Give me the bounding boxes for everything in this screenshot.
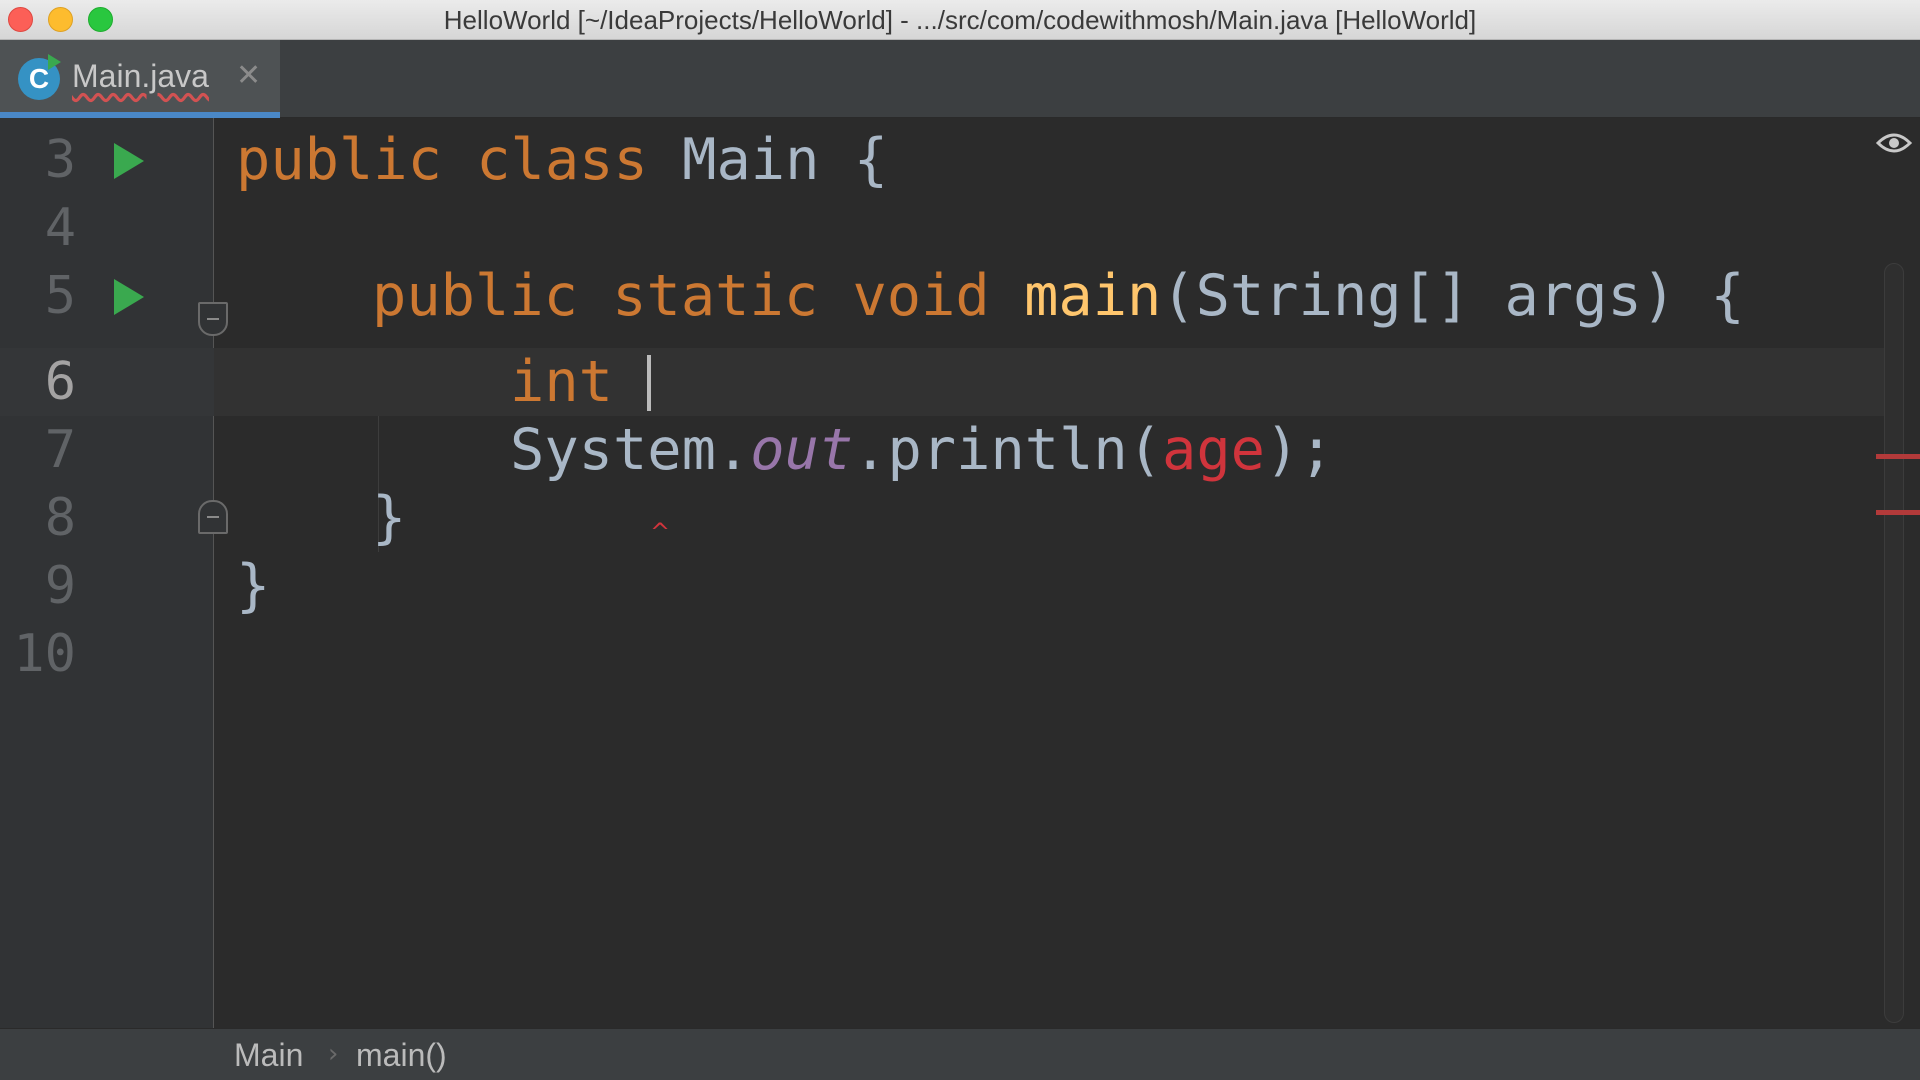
line-number: 4 — [44, 198, 76, 258]
code-text: int — [510, 348, 652, 416]
code-line: 8 } — [0, 484, 1900, 552]
error-stripe-marker[interactable] — [1876, 454, 1920, 459]
line-number: 8 — [44, 488, 76, 548]
fold-toggle-icon[interactable] — [198, 500, 228, 534]
eye-icon[interactable] — [1876, 130, 1912, 156]
editor-tab-bar: C Main.java ✕ — [0, 40, 1920, 118]
code-line: 7 System.out.println(age); — [0, 416, 1900, 484]
run-icon[interactable] — [114, 143, 144, 179]
code-editor[interactable]: 2 3 public class Main { 4 5 public stati… — [0, 118, 1920, 1028]
runnable-badge-icon — [48, 54, 61, 70]
code-line: 4 — [0, 194, 1900, 262]
code-text: public class Main { — [236, 127, 889, 193]
code-line: 5 public static void main(String[] args)… — [0, 262, 1900, 330]
window-title: HelloWorld [~/IdeaProjects/HelloWorld] -… — [443, 5, 1477, 35]
line-number: 9 — [44, 556, 76, 616]
line-number: 3 — [44, 130, 76, 190]
breadcrumb-item-main-method[interactable]: main() — [356, 1037, 447, 1074]
vertical-scrollbar[interactable] — [1884, 263, 1904, 1023]
breadcrumb: Main › main() — [0, 1028, 1920, 1080]
run-icon[interactable] — [114, 279, 144, 315]
text-caret — [647, 355, 652, 411]
breadcrumb-item-main[interactable]: Main — [234, 1037, 303, 1074]
breadcrumb-separator-icon: › — [328, 1039, 339, 1069]
title-bar: HelloWorld [~/IdeaProjects/HelloWorld] -… — [0, 0, 1920, 40]
code-line: 9 } — [0, 552, 1900, 620]
code-text: } — [372, 485, 407, 551]
line-number: 6 — [44, 352, 76, 412]
tab-label: Main.java — [72, 58, 209, 94]
fold-toggle-icon[interactable] — [198, 302, 228, 336]
error-stripe-marker[interactable] — [1876, 510, 1920, 515]
code-text: System.out.println(age); — [510, 417, 1334, 483]
line-number: 5 — [44, 266, 76, 326]
line-number: 7 — [44, 420, 76, 480]
code-text: public static void main(String[] args) { — [372, 263, 1745, 329]
close-tab-icon[interactable]: ✕ — [236, 58, 261, 93]
code-line: 3 public class Main { — [0, 126, 1900, 194]
line-number: 10 — [13, 624, 76, 684]
code-line: 6 int — [0, 348, 1900, 416]
code-text: } — [236, 553, 271, 619]
tab-main-java[interactable]: C Main.java ✕ — [0, 40, 280, 118]
code-line: 10 — [0, 620, 1900, 688]
